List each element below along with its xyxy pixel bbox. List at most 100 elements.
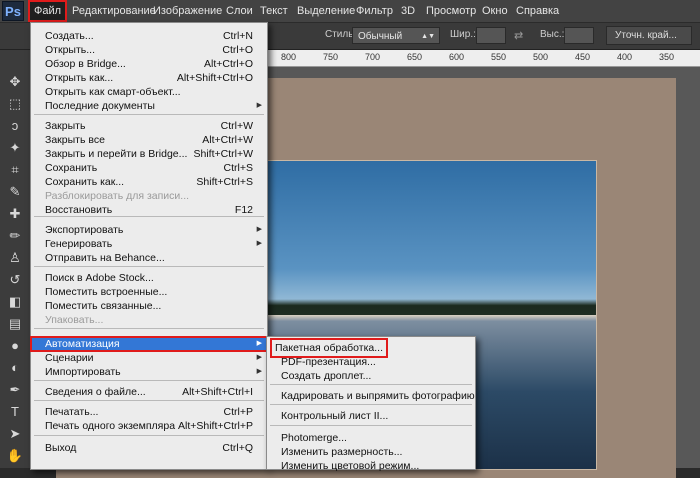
crop-tool-icon[interactable]: ⌗ — [3, 160, 27, 180]
clone-stamp-tool-icon[interactable]: ♙ — [3, 248, 27, 268]
file-menu-item[interactable]: Последние документы ▶ — [31, 99, 267, 113]
blur-tool-icon[interactable]: ● — [3, 336, 27, 356]
menu-item-shortcut: Shift+Ctrl+W — [193, 148, 253, 160]
height-label: Выс.: — [540, 29, 565, 40]
menu-view[interactable]: Просмотр — [420, 0, 482, 22]
menu-item-label: Печать одного экземпляра — [45, 420, 176, 432]
file-menu-item[interactable]: Сведения о файле... Alt+Shift+Ctrl+I — [31, 385, 267, 399]
menu-item-label: Создать дроплет... — [281, 370, 372, 382]
file-menu-item[interactable]: Открыть... Ctrl+O — [31, 43, 267, 57]
menu-separator — [34, 114, 264, 115]
file-menu-item[interactable]: Поиск в Adobe Stock... — [31, 271, 267, 285]
menu-item-label: Закрыть — [45, 120, 86, 132]
automation-menu-item[interactable]: PDF-презентация... — [267, 355, 475, 369]
lasso-tool-icon[interactable]: ↄ — [3, 116, 27, 136]
ruler-label: 500 — [533, 52, 549, 62]
file-menu-item[interactable]: Закрыть Ctrl+W — [31, 119, 267, 133]
file-menu-item[interactable]: Автоматизация ▶ — [30, 336, 268, 352]
automation-menu-item[interactable]: Кадрировать и выпрямить фотографию — [267, 389, 475, 403]
pen-tool-icon[interactable]: ✒ — [3, 380, 27, 400]
submenu-arrow-icon: ▶ — [256, 102, 262, 109]
type-tool-icon[interactable]: T — [3, 402, 27, 422]
automation-menu-item[interactable]: Создать дроплет... — [267, 369, 475, 383]
marquee-tool-icon[interactable]: ⬚ — [3, 94, 27, 114]
automation-menu-item[interactable]: Изменить цветовой режим... — [267, 459, 475, 473]
menu-separator — [270, 425, 472, 426]
history-brush-tool-icon[interactable]: ↺ — [3, 270, 27, 290]
automation-menu-item[interactable]: Photomerge... — [267, 431, 475, 445]
file-menu-item[interactable]: Сохранить Ctrl+S — [31, 161, 267, 175]
hand-tool-icon[interactable]: ✋ — [3, 446, 27, 466]
eyedropper-tool-icon[interactable]: ✎ — [3, 182, 27, 202]
magic-wand-tool-icon[interactable]: ✦ — [3, 138, 27, 158]
file-menu-item[interactable]: Обзор в Bridge... Alt+Ctrl+O — [31, 57, 267, 71]
menu-item-label: Автоматизация — [45, 338, 120, 350]
file-menu-item[interactable]: Генерировать ▶ — [31, 237, 267, 251]
file-menu-item[interactable]: Закрыть и перейти в Bridge... Shift+Ctrl+… — [31, 147, 267, 161]
file-menu-item[interactable]: Печать одного экземпляра Alt+Shift+Ctrl+P — [31, 419, 267, 433]
swap-dimensions-icon[interactable]: ⇄ — [514, 29, 523, 42]
width-label: Шир.: — [450, 29, 476, 40]
file-menu-item[interactable]: Закрыть все Alt+Ctrl+W — [31, 133, 267, 147]
automation-menu-item[interactable]: Пакетная обработка... — [267, 338, 475, 358]
width-input[interactable] — [476, 27, 506, 44]
menu-item-label: Создать... — [45, 30, 94, 42]
file-menu-item[interactable]: Выход Ctrl+Q — [31, 441, 267, 455]
menu-item-label: Открыть как... — [45, 72, 114, 84]
menu-item-shortcut: Alt+Shift+Ctrl+O — [176, 72, 253, 84]
file-menu-item[interactable]: Открыть как смарт-объект... — [31, 85, 267, 99]
automation-menu-item[interactable]: Контрольный лист II... — [267, 409, 475, 423]
menu-item-label: Изменить цветовой режим... — [281, 460, 420, 472]
submenu-arrow-icon: ▶ — [256, 368, 262, 375]
file-menu-item[interactable]: Печатать... Ctrl+P — [31, 405, 267, 419]
file-menu-item[interactable]: Создать... Ctrl+N — [31, 29, 267, 43]
menu-item-shortcut: Alt+Shift+Ctrl+I — [182, 386, 253, 398]
file-menu-item[interactable]: Открыть как... Alt+Shift+Ctrl+O — [31, 71, 267, 85]
refine-edge-button[interactable]: Уточн. край... — [606, 26, 692, 45]
menu-3d[interactable]: 3D — [395, 0, 421, 22]
menu-item-label: Экспортировать — [45, 224, 124, 236]
menu-item-label: Упаковать... — [45, 314, 104, 326]
height-input[interactable] — [564, 27, 594, 44]
menu-help[interactable]: Справка — [510, 0, 565, 22]
menu-separator — [270, 404, 472, 405]
path-selection-tool-icon[interactable]: ➤ — [3, 424, 27, 444]
automation-menu-item[interactable]: Изменить размерность... — [267, 445, 475, 459]
menu-separator — [34, 328, 264, 329]
gradient-tool-icon[interactable]: ▤ — [3, 314, 27, 334]
healing-brush-tool-icon[interactable]: ✚ — [3, 204, 27, 224]
dodge-tool-icon[interactable]: ◐ — [3, 358, 27, 378]
menu-window[interactable]: Окно — [476, 0, 514, 22]
file-menu-item[interactable]: Импортировать ▶ — [31, 365, 267, 379]
menu-item-shortcut: Ctrl+S — [223, 162, 253, 174]
style-select[interactable]: Обычный ▲▼ — [352, 27, 440, 44]
menu-item-shortcut: F12 — [234, 204, 253, 216]
menu-separator — [34, 400, 264, 401]
file-menu-item[interactable]: Восстановить F12 — [31, 203, 267, 217]
file-menu-item: Разблокировать для записи... — [31, 189, 267, 203]
menu-file[interactable]: Файл — [28, 0, 68, 22]
menu-item-label: Открыть как смарт-объект... — [45, 86, 181, 98]
file-menu-item[interactable]: Поместить связанные... — [31, 299, 267, 313]
menu-type[interactable]: Текст — [254, 0, 294, 22]
brush-tool-icon[interactable]: ✏ — [3, 226, 27, 246]
ruler-label: 600 — [449, 52, 465, 62]
file-menu-item[interactable]: Поместить встроенные... — [31, 285, 267, 299]
menu-item-label: Выход — [45, 442, 77, 454]
file-menu-item[interactable]: Сценарии ▶ — [31, 351, 267, 365]
menu-item-label: Сохранить как... — [45, 176, 125, 188]
eraser-tool-icon[interactable]: ◧ — [3, 292, 27, 312]
menu-separator — [270, 384, 472, 385]
file-menu-item[interactable]: Отправить на Behance... — [31, 251, 267, 265]
menu-image[interactable]: Изображение — [147, 0, 228, 22]
file-menu-item[interactable]: Экспортировать ▶ — [31, 223, 267, 237]
menu-item-shortcut: Ctrl+O — [222, 44, 253, 56]
menu-layers[interactable]: Слои — [220, 0, 259, 22]
ruler-label: 450 — [575, 52, 591, 62]
menu-item-label: PDF-презентация... — [281, 356, 376, 368]
file-menu-item[interactable]: Сохранить как... Shift+Ctrl+S — [31, 175, 267, 189]
menu-separator — [34, 435, 264, 436]
menu-item-label: Импортировать — [45, 366, 121, 378]
move-tool-icon[interactable]: ✥ — [3, 72, 27, 92]
menu-filter[interactable]: Фильтр — [350, 0, 399, 22]
